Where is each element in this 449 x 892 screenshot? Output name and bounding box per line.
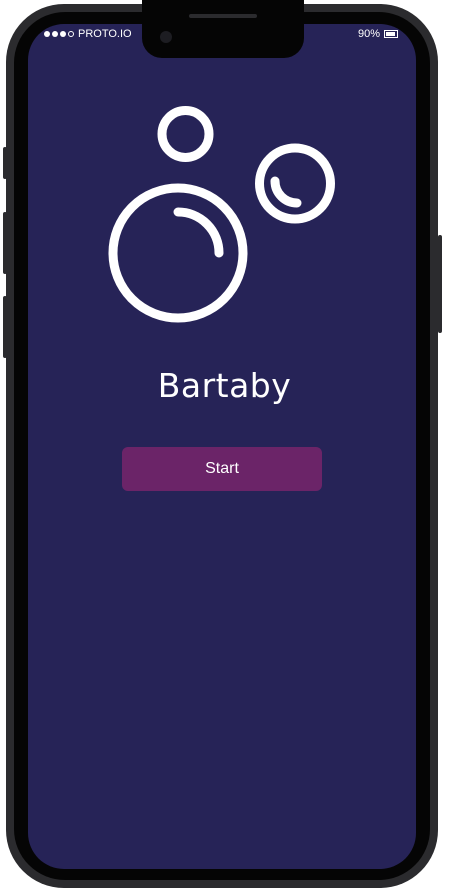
medium-bubble — [255, 143, 335, 224]
start-button-label: Start — [205, 460, 239, 477]
signal-strength-icon — [44, 31, 74, 37]
battery-percent: 90% — [358, 28, 381, 40]
volume-up-button — [3, 212, 7, 274]
mute-switch — [3, 147, 7, 179]
front-camera — [160, 31, 172, 43]
battery-level-fill — [386, 32, 395, 36]
app-title: Bartaby — [157, 366, 292, 405]
battery-icon — [384, 30, 399, 38]
status-bar-right: 90% — [358, 28, 399, 40]
volume-down-button — [3, 296, 7, 358]
medium-bubble-shine — [270, 176, 302, 208]
notch — [142, 0, 304, 58]
small-bubble — [157, 106, 214, 162]
power-button — [438, 235, 442, 333]
bubbles-icon — [108, 106, 335, 323]
carrier-label: PROTO.IO — [78, 28, 132, 40]
large-bubble-shine — [173, 207, 224, 258]
speaker-grille — [189, 14, 257, 18]
start-button[interactable]: Start — [122, 447, 322, 491]
status-bar-left: PROTO.IO — [44, 28, 132, 40]
